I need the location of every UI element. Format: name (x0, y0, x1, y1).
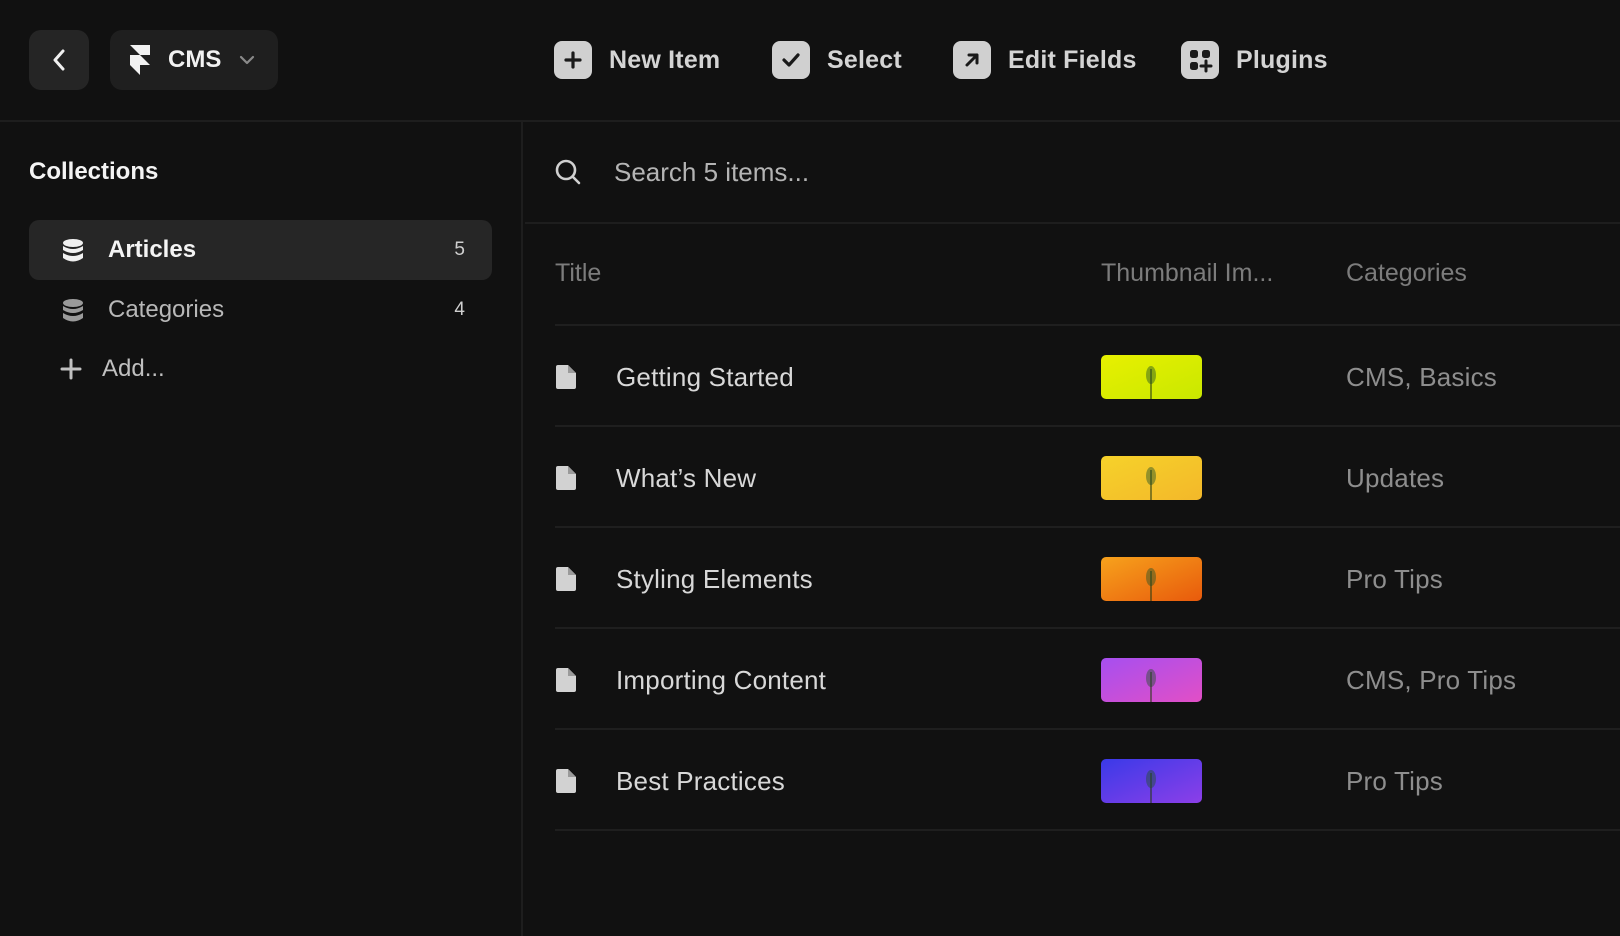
table-row[interactable]: Getting Started CMS, Basics (555, 326, 1620, 427)
document-icon (556, 365, 576, 389)
collection-count: 5 (454, 239, 465, 260)
row-title: Getting Started (616, 362, 794, 392)
collection-item-categories[interactable]: Categories 4 (29, 280, 492, 340)
search-bar (525, 122, 1620, 224)
collections-sidebar: Collections Articles 5 Categories 4 Add.… (0, 122, 523, 936)
row-categories: Updates (1346, 463, 1445, 493)
document-icon (556, 466, 576, 490)
row-categories: Pro Tips (1346, 766, 1443, 796)
thumbnail-image (1101, 355, 1202, 399)
collection-name: Articles (108, 236, 197, 263)
row-title: What’s New (616, 463, 757, 493)
back-button[interactable] (29, 30, 89, 90)
collection-item-articles[interactable]: Articles 5 (29, 220, 492, 280)
row-categories: CMS, Pro Tips (1346, 665, 1517, 695)
framer-logo-icon (128, 45, 152, 75)
edit-fields-label: Edit Fields (1008, 45, 1137, 74)
plugins-grid-icon (1181, 41, 1219, 79)
column-header-categories[interactable]: Categories (1346, 259, 1467, 288)
collection-count: 4 (454, 299, 465, 320)
collection-name: Categories (108, 296, 225, 323)
document-icon (556, 567, 576, 591)
select-label: Select (827, 45, 902, 74)
plus-icon (60, 358, 82, 380)
top-toolbar: CMS New Item Select Edit Fields Plugins (0, 0, 1620, 122)
add-collection-label: Add... (102, 355, 165, 382)
row-title: Styling Elements (616, 564, 813, 594)
plugins-button[interactable]: Plugins (1181, 41, 1328, 79)
collections-heading: Collections (29, 158, 159, 185)
new-item-label: New Item (609, 45, 721, 74)
collection-table-area: Title Thumbnail Im... Categories Getting… (525, 122, 1620, 936)
table-row[interactable]: What’s New Updates (555, 427, 1620, 528)
add-collection-button[interactable]: Add... (60, 351, 165, 387)
project-switcher-button[interactable]: CMS (110, 30, 278, 90)
table-row[interactable]: Importing Content CMS, Pro Tips (555, 629, 1620, 730)
table-row[interactable]: Best Practices Pro Tips (555, 730, 1620, 831)
row-title: Best Practices (616, 766, 785, 796)
edit-fields-button[interactable]: Edit Fields (953, 41, 1137, 79)
thumbnail-image (1101, 759, 1202, 803)
cms-app: CMS New Item Select Edit Fields Plugins … (0, 0, 1620, 936)
document-icon (556, 769, 576, 793)
row-categories: CMS, Basics (1346, 362, 1498, 392)
column-header-title[interactable]: Title (555, 259, 601, 288)
row-title: Importing Content (616, 665, 827, 695)
arrow-up-right-icon (953, 41, 991, 79)
select-button[interactable]: Select (772, 41, 902, 79)
database-icon (63, 299, 83, 322)
thumbnail-image (1101, 658, 1202, 702)
chevron-left-icon (53, 49, 65, 71)
column-header-thumbnail[interactable]: Thumbnail Im... (1101, 259, 1273, 288)
chevron-down-icon (239, 55, 255, 65)
project-name: CMS (168, 46, 222, 73)
database-icon (63, 239, 83, 262)
plus-icon (554, 41, 592, 79)
plugins-label: Plugins (1236, 45, 1328, 74)
document-icon (556, 668, 576, 692)
row-categories: Pro Tips (1346, 564, 1443, 594)
search-input[interactable] (614, 152, 1514, 192)
new-item-button[interactable]: New Item (554, 41, 720, 79)
checkbox-checked-icon (772, 41, 810, 79)
thumbnail-image (1101, 456, 1202, 500)
thumbnail-image (1101, 557, 1202, 601)
search-icon (555, 159, 581, 185)
table-row[interactable]: Styling Elements Pro Tips (555, 528, 1620, 629)
